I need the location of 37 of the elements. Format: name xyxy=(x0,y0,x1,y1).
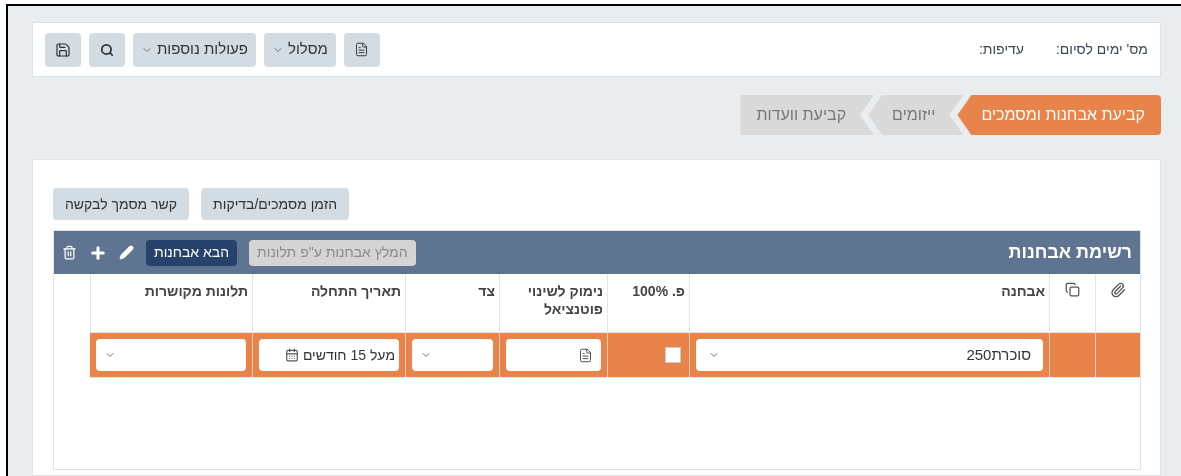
plus-icon xyxy=(89,243,107,262)
field-value: מעל 15 חודשים xyxy=(302,345,395,365)
pencil-icon xyxy=(119,245,134,260)
reason-field[interactable] xyxy=(506,339,601,371)
column-header: נימוק לשינוי פוטנציאל xyxy=(526,282,603,319)
search-icon xyxy=(100,42,114,57)
grid-tool-button[interactable] xyxy=(119,245,134,260)
grid-action-button[interactable]: הבא אבחנות xyxy=(146,239,238,266)
paperclip-icon xyxy=(1110,282,1126,298)
action-button[interactable]: קשר מסמך לבקשה xyxy=(53,188,190,220)
column-header: תאריך התחלה xyxy=(310,282,401,301)
column-header: תלונות מקושרות xyxy=(144,282,248,301)
dropdown-button[interactable]: מסלול xyxy=(264,32,336,67)
toolbar-button[interactable] xyxy=(89,32,125,67)
calendar-icon xyxy=(284,348,299,362)
column-header: אבחנה xyxy=(1001,282,1045,301)
diagnosis-select[interactable]: סוכרת250 xyxy=(696,339,1043,371)
grid-tool-button[interactable] xyxy=(89,243,107,262)
save-icon xyxy=(55,41,71,58)
grid-tool-button[interactable] xyxy=(62,245,77,260)
toolbar-button[interactable] xyxy=(45,32,81,67)
column-header: פ. 100% xyxy=(632,282,685,301)
column-header: צד xyxy=(478,282,495,301)
select-value: סוכרת250 xyxy=(966,344,1031,365)
document-icon xyxy=(354,42,370,57)
dropdown-button[interactable]: פעולות נוספות xyxy=(133,32,256,67)
date-field[interactable]: מעל 15 חודשים xyxy=(259,339,399,371)
toolbar-button[interactable] xyxy=(343,32,380,67)
field-label: עדיפות: xyxy=(978,40,1024,59)
copy-icon xyxy=(1065,282,1080,297)
document-icon xyxy=(578,347,593,363)
field-label: מס' ימים לסיום: xyxy=(1055,40,1148,59)
table-row[interactable]: סוכרת250 מעל 15 חודשים xyxy=(90,332,1140,378)
grid-title: רשימת אבחנות xyxy=(1008,241,1132,264)
trash-icon xyxy=(62,245,77,260)
action-button[interactable]: הזמן מסמכים/בדיקות xyxy=(201,188,350,220)
checkbox[interactable] xyxy=(665,347,681,363)
